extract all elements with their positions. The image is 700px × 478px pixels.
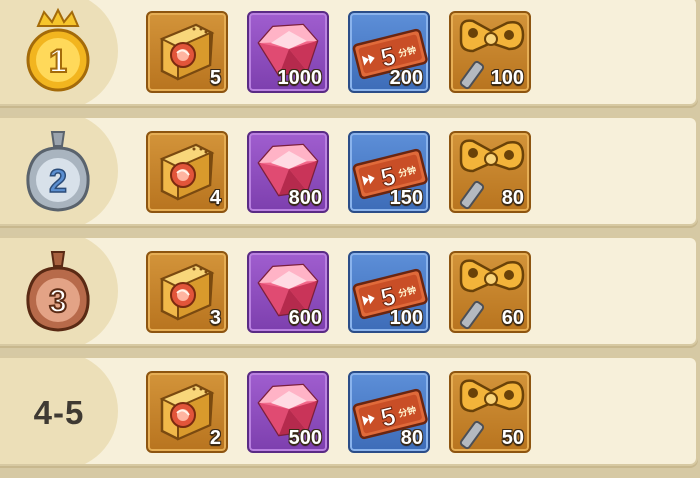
- rank-row-2: 2 4 800 150 80: [0, 116, 698, 226]
- reward-item-windup-key[interactable]: 60: [449, 251, 531, 333]
- item-quantity: 1000: [277, 67, 323, 89]
- item-quantity: 100: [490, 67, 524, 89]
- silver-medal-icon: 2: [26, 131, 90, 212]
- reward-item-windup-key[interactable]: 100: [449, 11, 531, 93]
- rank-range-label: 4-5: [33, 394, 85, 431]
- reward-item-speedup-ticket[interactable]: 100: [348, 251, 430, 333]
- item-quantity: 200: [389, 67, 423, 89]
- rank-number: 3: [49, 283, 67, 319]
- rank-number: 2: [49, 163, 67, 199]
- reward-item-speedup-ticket[interactable]: 80: [348, 371, 430, 453]
- item-quantity: 100: [389, 307, 423, 329]
- reward-item-windup-key[interactable]: 50: [449, 371, 531, 453]
- reward-item-gem[interactable]: 500: [247, 371, 329, 453]
- item-quantity: 500: [288, 427, 322, 449]
- reward-item-gem[interactable]: 1000: [247, 11, 329, 93]
- item-quantity: 80: [501, 187, 524, 209]
- reward-item-meat-ticket[interactable]: 5: [146, 11, 228, 93]
- item-quantity: 600: [288, 307, 322, 329]
- item-quantity: 150: [389, 187, 423, 209]
- item-quantity: 3: [209, 307, 221, 329]
- reward-item-gem[interactable]: 600: [247, 251, 329, 333]
- item-quantity: 4: [209, 187, 221, 209]
- rank-number: 1: [49, 43, 67, 79]
- bronze-medal-icon: 3: [26, 251, 90, 332]
- reward-item-speedup-ticket[interactable]: 150: [348, 131, 430, 213]
- gold-crown-medal-icon: 1: [26, 7, 90, 92]
- reward-item-windup-key[interactable]: 80: [449, 131, 531, 213]
- reward-item-meat-ticket[interactable]: 3: [146, 251, 228, 333]
- item-quantity: 2: [209, 427, 221, 449]
- item-quantity: 50: [501, 427, 524, 449]
- item-quantity: 800: [288, 187, 322, 209]
- item-quantity: 60: [501, 307, 524, 329]
- reward-item-speedup-ticket[interactable]: 200: [348, 11, 430, 93]
- rank-row-4-5: 4-5 2 500 80 50: [0, 356, 698, 466]
- rank-row-1: 1 5 1000 200 100: [0, 0, 698, 106]
- reward-item-meat-ticket[interactable]: 2: [146, 371, 228, 453]
- item-quantity: 80: [400, 427, 423, 449]
- item-quantity: 5: [209, 67, 221, 89]
- ranking-rewards-list: 1 5 1000 200 100 2 4 800 150 80 3 3 600 …: [0, 0, 700, 478]
- reward-item-gem[interactable]: 800: [247, 131, 329, 213]
- rank-row-3: 3 3 600 100 60: [0, 236, 698, 346]
- reward-item-meat-ticket[interactable]: 4: [146, 131, 228, 213]
